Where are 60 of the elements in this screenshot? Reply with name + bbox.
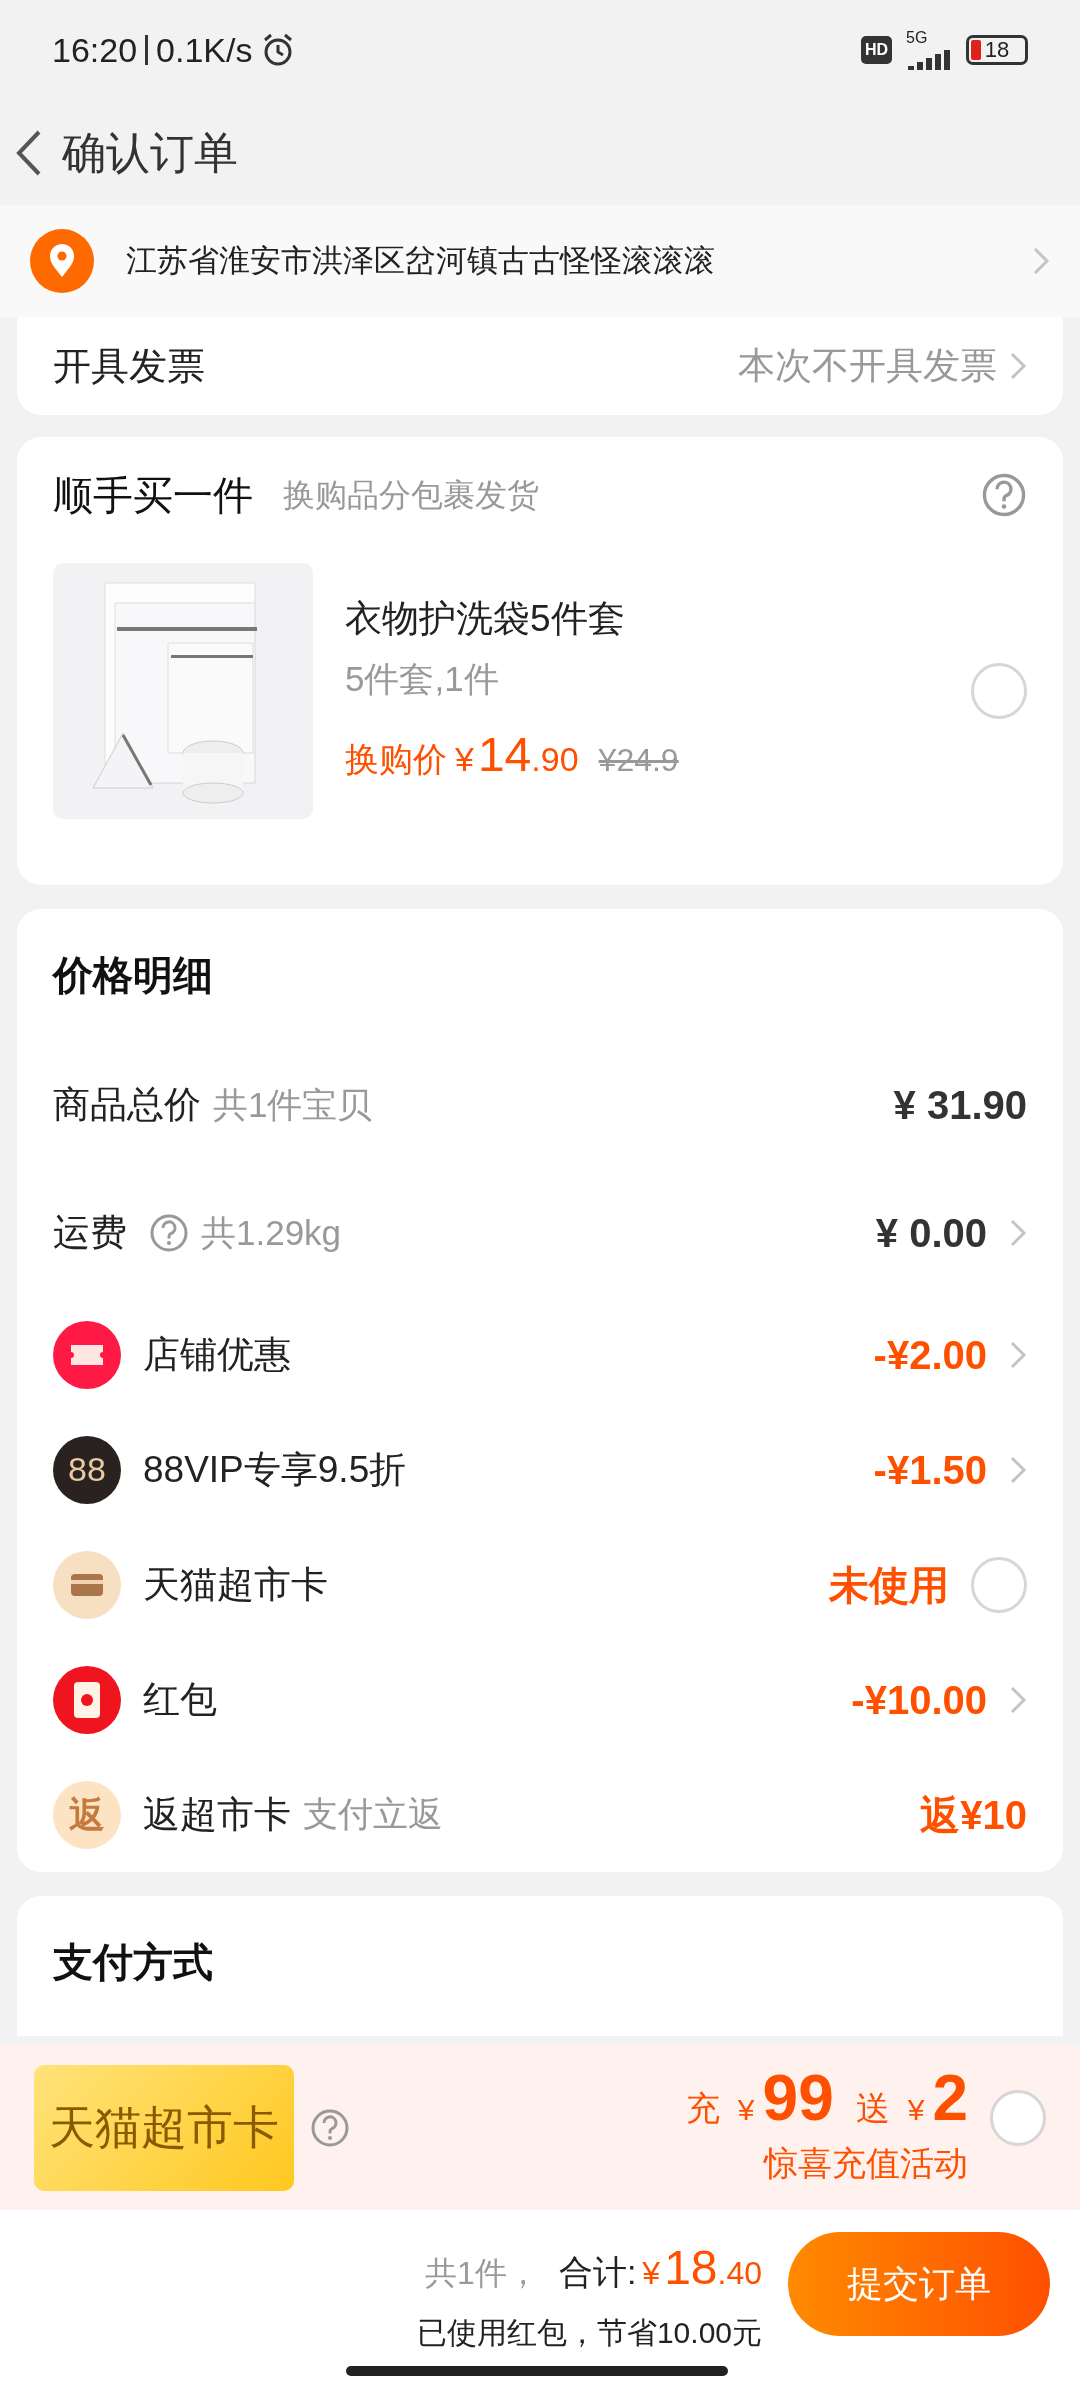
price-row-value: ¥ 0.00 bbox=[875, 1210, 987, 1257]
recharge-offer: 充 ¥99 送 ¥2 bbox=[685, 2066, 968, 2134]
invoice-row[interactable]: 开具发票 本次不开具发票 bbox=[17, 317, 1063, 415]
price-row-label: 88VIP专享9.5折 bbox=[143, 1447, 407, 1492]
price-row-value: -¥1.50 bbox=[873, 1446, 987, 1494]
price-row-label: 返超市卡 bbox=[143, 1792, 291, 1837]
item-count: 共1件， bbox=[425, 2254, 539, 2293]
card-icon bbox=[53, 1550, 121, 1619]
supermarket-card-badge: 天猫超市卡 bbox=[34, 2064, 294, 2191]
price-row-label: 红包 bbox=[143, 1677, 217, 1722]
recharge-subtitle: 惊喜充值活动 bbox=[764, 2143, 968, 2184]
invoice-value: 本次不开具发票 bbox=[738, 344, 997, 389]
address-bar[interactable]: 江苏省淮安市洪泽区岔河镇古古怪怪滚滚滚 bbox=[0, 205, 1080, 317]
price-row-note: 共1.29kg bbox=[201, 1211, 342, 1254]
battery-indicator: 18 bbox=[966, 35, 1028, 65]
ticket-icon bbox=[53, 1320, 121, 1389]
original-price: ¥24.9 bbox=[598, 741, 679, 780]
price-row-note: 共1件宝贝 bbox=[213, 1083, 373, 1126]
chevron-icon bbox=[1009, 1454, 1027, 1485]
radio-button[interactable] bbox=[971, 663, 1027, 719]
product-spec: 5件套,1件 bbox=[345, 657, 500, 700]
page-title: 确认订单 bbox=[62, 126, 238, 179]
payment-title: 支付方式 bbox=[53, 1940, 213, 1984]
hd-badge: HD bbox=[860, 36, 892, 64]
price-row-note: 支付立返 bbox=[303, 1793, 443, 1836]
location-pin-icon bbox=[30, 229, 94, 293]
price-row-value: ¥ 31.90 bbox=[893, 1082, 1027, 1129]
network-type: 5G bbox=[906, 30, 928, 46]
price-row-label: 店铺优惠 bbox=[143, 1332, 291, 1377]
status-time: 16:20 bbox=[52, 29, 138, 71]
price-row-value: -¥2.00 bbox=[873, 1331, 987, 1379]
price-row-label: 运费 bbox=[53, 1211, 127, 1256]
vip-badge-icon: 88 bbox=[53, 1435, 121, 1504]
addon-subtitle: 换购品分包裹发货 bbox=[283, 476, 540, 515]
network-speed: 0.1K/s bbox=[156, 29, 253, 71]
price-row-value: 返¥10 bbox=[920, 1791, 1027, 1839]
address-text: 江苏省淮安市洪泽区岔河镇古古怪怪滚滚滚 bbox=[126, 241, 716, 280]
total-price: ¥18.40 bbox=[642, 2240, 762, 2296]
chevron-icon bbox=[1009, 1684, 1027, 1715]
invoice-label: 开具发票 bbox=[53, 343, 206, 389]
envelope-icon bbox=[53, 1665, 121, 1734]
addon-title: 顺手买一件 bbox=[53, 472, 253, 519]
chevron-icon bbox=[1009, 1218, 1027, 1248]
help-icon[interactable] bbox=[310, 2107, 350, 2148]
return-badge-icon: 返 bbox=[53, 1780, 121, 1849]
chevron-icon bbox=[1009, 1339, 1027, 1370]
price-row-value: 未使用 bbox=[829, 1561, 949, 1609]
chevron-icon bbox=[1032, 246, 1050, 276]
price-row-label: 天猫超市卡 bbox=[143, 1562, 328, 1607]
price-row-value: -¥10.00 bbox=[851, 1676, 987, 1724]
price-detail-title: 价格明细 bbox=[53, 952, 214, 999]
product-name: 衣物护洗袋5件套 bbox=[345, 597, 626, 641]
exchange-price: ¥14.90 bbox=[455, 727, 579, 783]
help-icon[interactable] bbox=[981, 472, 1027, 518]
help-icon[interactable] bbox=[149, 1213, 189, 1253]
exchange-price-label: 换购价 bbox=[345, 739, 447, 780]
price-row-label: 商品总价 bbox=[53, 1083, 201, 1128]
total-label: 合计: bbox=[558, 2252, 637, 2293]
chevron-icon bbox=[1009, 351, 1027, 381]
savings-note: 已使用红包，节省10.00元 bbox=[416, 2315, 762, 2351]
